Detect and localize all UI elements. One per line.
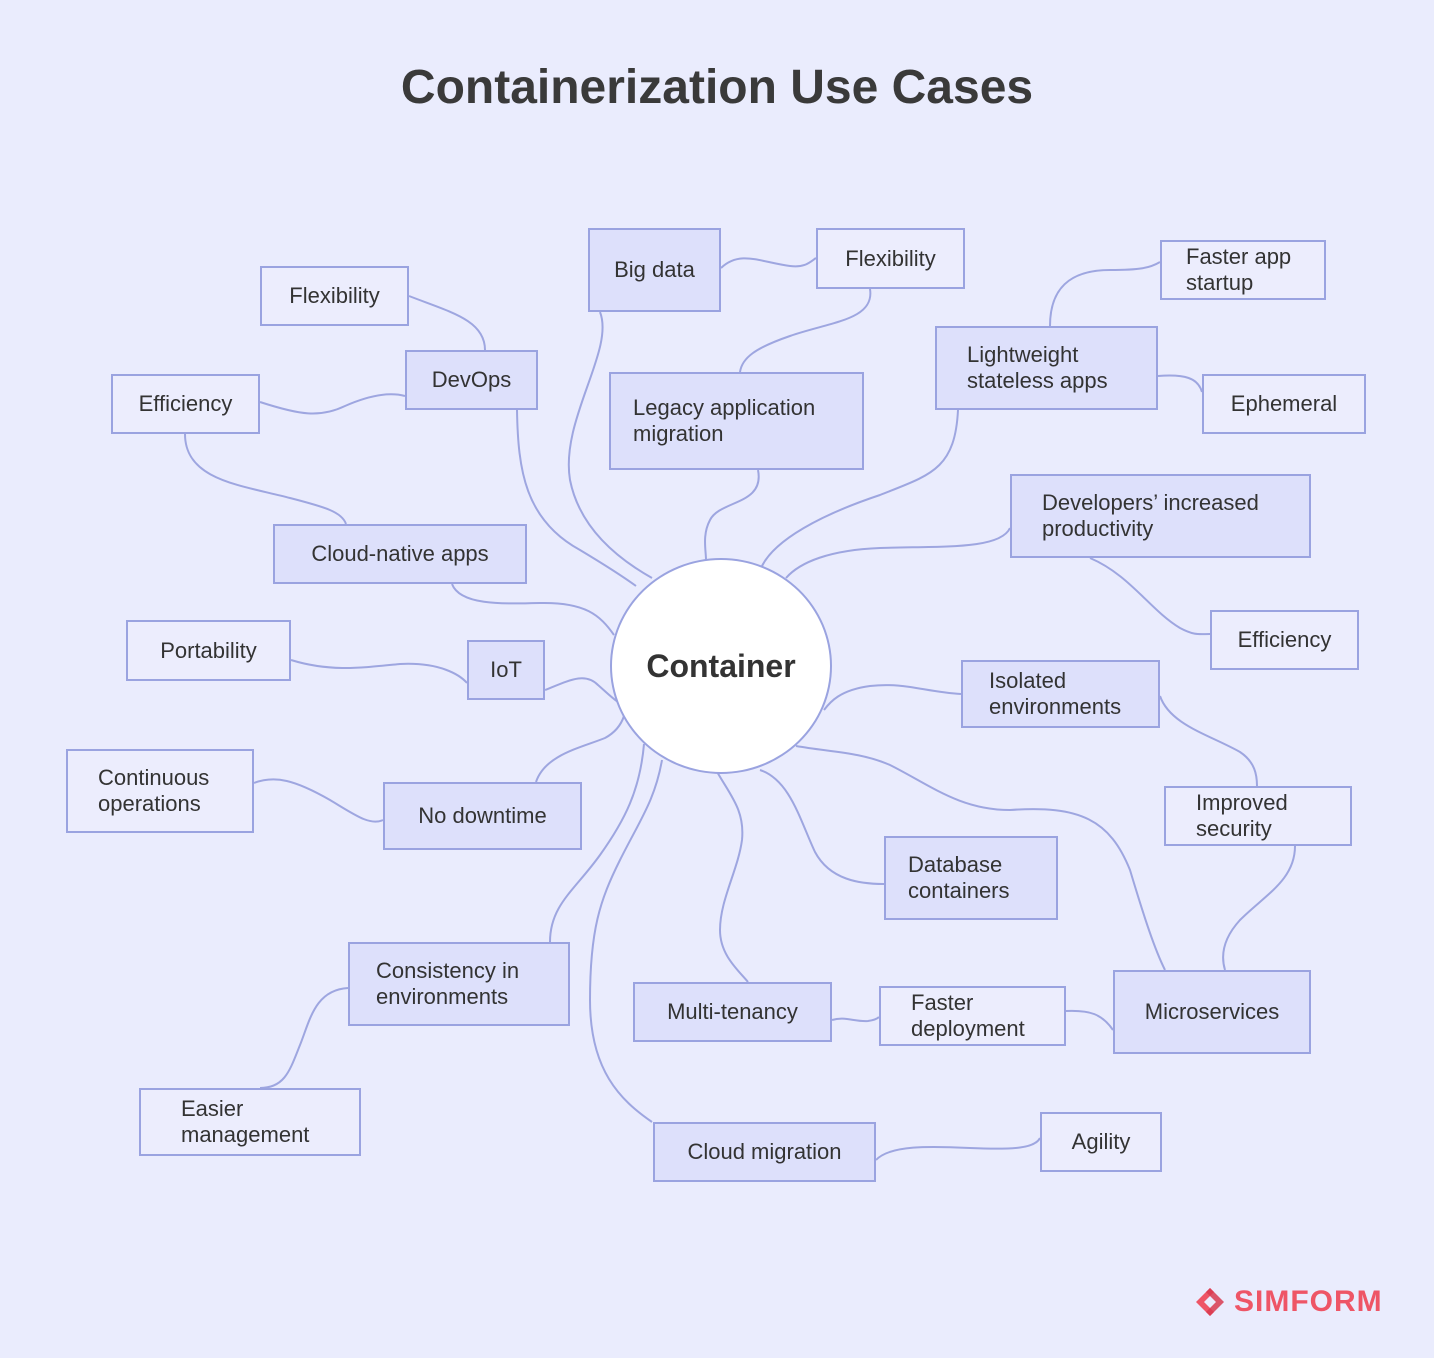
- node-consistency-environments: Consistency in environments: [348, 942, 570, 1026]
- link-nodowntime-hub: [535, 715, 625, 783]
- link-multi-deploy: [831, 1016, 880, 1023]
- link-cont-nodowntime: [253, 778, 384, 823]
- link-hub-database: [759, 769, 885, 885]
- link-flex-legacy: [739, 288, 872, 373]
- node-cloud-migration: Cloud migration: [653, 1122, 876, 1182]
- link-cloudnative-hub: [451, 583, 615, 636]
- link-devops-eff: [259, 393, 406, 415]
- node-easier-management: Easier management: [139, 1088, 361, 1156]
- node-agility: Agility: [1040, 1112, 1162, 1172]
- node-improved-security: Improved security: [1164, 786, 1352, 846]
- brand-logo: SIMFORM: [1192, 1282, 1383, 1322]
- node-ephemeral: Ephemeral: [1202, 374, 1366, 434]
- link-legacy-hub: [704, 469, 760, 561]
- node-flexibility-bigdata: Flexibility: [816, 228, 965, 289]
- link-dev-hub: [785, 527, 1011, 579]
- node-efficiency-right: Efficiency: [1210, 610, 1359, 670]
- link-hub-multitenancy: [715, 769, 749, 983]
- node-database-containers: Database containers: [884, 836, 1058, 920]
- brand-name: SIMFORM: [1234, 1285, 1383, 1318]
- node-faster-app-startup: Faster app startup: [1160, 240, 1326, 300]
- link-security-micro: [1222, 845, 1296, 971]
- link-port-iot: [290, 659, 468, 684]
- node-microservices: Microservices: [1113, 970, 1311, 1054]
- node-cloud-native-apps: Cloud-native apps: [273, 524, 527, 584]
- node-devops: DevOps: [405, 350, 538, 410]
- link-isolated-hub: [823, 684, 962, 711]
- link-isolated-security: [1159, 695, 1258, 787]
- node-faster-deployment: Faster deployment: [879, 986, 1066, 1046]
- link-cloudmig-agility: [875, 1137, 1041, 1161]
- link-devops-flex: [408, 295, 486, 351]
- hub-container: Container: [610, 558, 832, 774]
- node-isolated-environments: Isolated environments: [961, 660, 1160, 728]
- node-developers-productivity: Developers’ increased productivity: [1010, 474, 1311, 558]
- node-flexibility-devops: Flexibility: [260, 266, 409, 326]
- link-bigdata-flex: [720, 257, 817, 269]
- simform-logo-icon: [1196, 1288, 1224, 1316]
- link-lightweight-ephemeral: [1157, 374, 1203, 393]
- node-multi-tenancy: Multi-tenancy: [633, 982, 832, 1042]
- link-iot-hub: [544, 677, 619, 703]
- node-portability: Portability: [126, 620, 291, 681]
- node-big-data: Big data: [588, 228, 721, 312]
- link-eff-cloudnative: [184, 433, 347, 525]
- node-continuous-operations: Continuous operations: [66, 749, 254, 833]
- node-no-downtime: No downtime: [383, 782, 582, 850]
- link-consistency-easier: [259, 987, 349, 1089]
- node-iot: IoT: [467, 640, 545, 700]
- node-legacy-migration: Legacy application migration: [609, 372, 864, 470]
- link-dev-eff: [1089, 557, 1211, 636]
- link-deploy-micro: [1065, 1009, 1114, 1031]
- node-lightweight-stateless: Lightweight stateless apps: [935, 326, 1158, 410]
- node-efficiency-left: Efficiency: [111, 374, 260, 434]
- link-lightweight-startup: [1049, 261, 1161, 327]
